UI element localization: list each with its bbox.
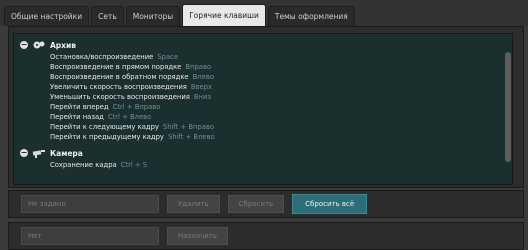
tab-bar: Общие настройки Сеть Мониторы Горячие кл… [0, 0, 528, 26]
shortcut-label: Space [157, 53, 179, 61]
tree-item[interactable]: Остановка/воспроизведение Space [14, 52, 512, 62]
tree-group-archive[interactable]: − Архив [14, 38, 512, 52]
tree-item[interactable]: Сохранение кадра Ctrl + S [14, 160, 512, 170]
action-input[interactable]: Нет [21, 227, 159, 245]
assign-button[interactable]: Назначить [167, 227, 229, 245]
tree-item[interactable]: Воспроизведение в обратном порядке Влево [14, 72, 512, 82]
tree-item[interactable]: Перейти вперед Ctrl + Вправо [14, 102, 512, 112]
tree-scrollbar[interactable] [505, 52, 511, 162]
hotkeys-panel: − Архив Остановка/воспроизведение Space В… [8, 26, 524, 188]
collapse-icon[interactable]: − [20, 149, 28, 157]
action-label: Сохранение кадра [50, 161, 117, 169]
shortcut-label: Влево [192, 73, 214, 81]
shortcut-editor-row: Не задано Удалить Сбросить Сбросить всё [8, 190, 524, 218]
action-label: Перейти к следующему кадру [50, 123, 159, 131]
tab-hotkeys[interactable]: Горячие клавиши [182, 4, 266, 26]
reset-all-button[interactable]: Сбросить всё [292, 194, 368, 214]
tab-themes[interactable]: Темы оформления [267, 6, 355, 26]
shortcut-label: Shift + Влево [167, 133, 215, 141]
shortcut-label: Ctrl + Влево [107, 113, 152, 121]
action-label: Перейти вперед [50, 103, 109, 111]
shortcut-label: Вверх [190, 83, 213, 91]
shortcut-label: Ctrl + Вправо [112, 103, 161, 111]
assign-row: Нет Назначить [8, 222, 524, 250]
shortcut-label: Ctrl + S [120, 161, 148, 169]
reset-button[interactable]: Сбросить [227, 195, 285, 213]
tree-item[interactable]: Перейти к следующему кадру Shift + Вправо [14, 122, 512, 132]
action-label: Воспроизведение в обратном порядке [50, 73, 189, 81]
tab-network[interactable]: Сеть [91, 6, 124, 26]
action-label: Увеличить скорость воспроизведения [50, 83, 187, 91]
shortcut-label: Вправо [185, 63, 212, 71]
tab-general[interactable]: Общие настройки [4, 6, 90, 26]
delete-button[interactable]: Удалить [167, 195, 220, 213]
action-label: Перейти к предыдущему кадру [50, 133, 164, 141]
shortcut-input[interactable]: Не задано [21, 195, 159, 213]
group-title: Камера [50, 148, 83, 158]
action-label: Воспроизведение в прямом порядке [50, 63, 182, 71]
action-label: Перейти назад [50, 113, 104, 121]
hotkeys-tree[interactable]: − Архив Остановка/воспроизведение Space В… [13, 33, 513, 185]
group-title: Архив [50, 40, 77, 50]
tree-item[interactable]: Увеличить скорость воспроизведения Вверх [14, 82, 512, 92]
settings-window: Общие настройки Сеть Мониторы Горячие кл… [0, 0, 528, 250]
tree-item[interactable]: Перейти к предыдущему кадру Shift + Влево [14, 132, 512, 142]
action-label: Остановка/воспроизведение [50, 53, 154, 61]
tree-item[interactable]: Уменьшить скорость воспроизведения Вниз [14, 92, 512, 102]
shortcut-label: Вниз [193, 93, 212, 101]
tree-item[interactable]: Перейти назад Ctrl + Влево [14, 112, 512, 122]
action-label: Уменьшить скорость воспроизведения [50, 93, 190, 101]
tab-monitors[interactable]: Мониторы [125, 6, 181, 26]
camera-icon [32, 148, 46, 158]
tree-group-camera[interactable]: − Камера [14, 146, 512, 160]
collapse-icon[interactable]: − [20, 41, 28, 49]
shortcut-label: Shift + Вправо [162, 123, 215, 131]
film-reel-icon [32, 40, 46, 50]
tree-item[interactable]: Воспроизведение в прямом порядке Вправо [14, 62, 512, 72]
